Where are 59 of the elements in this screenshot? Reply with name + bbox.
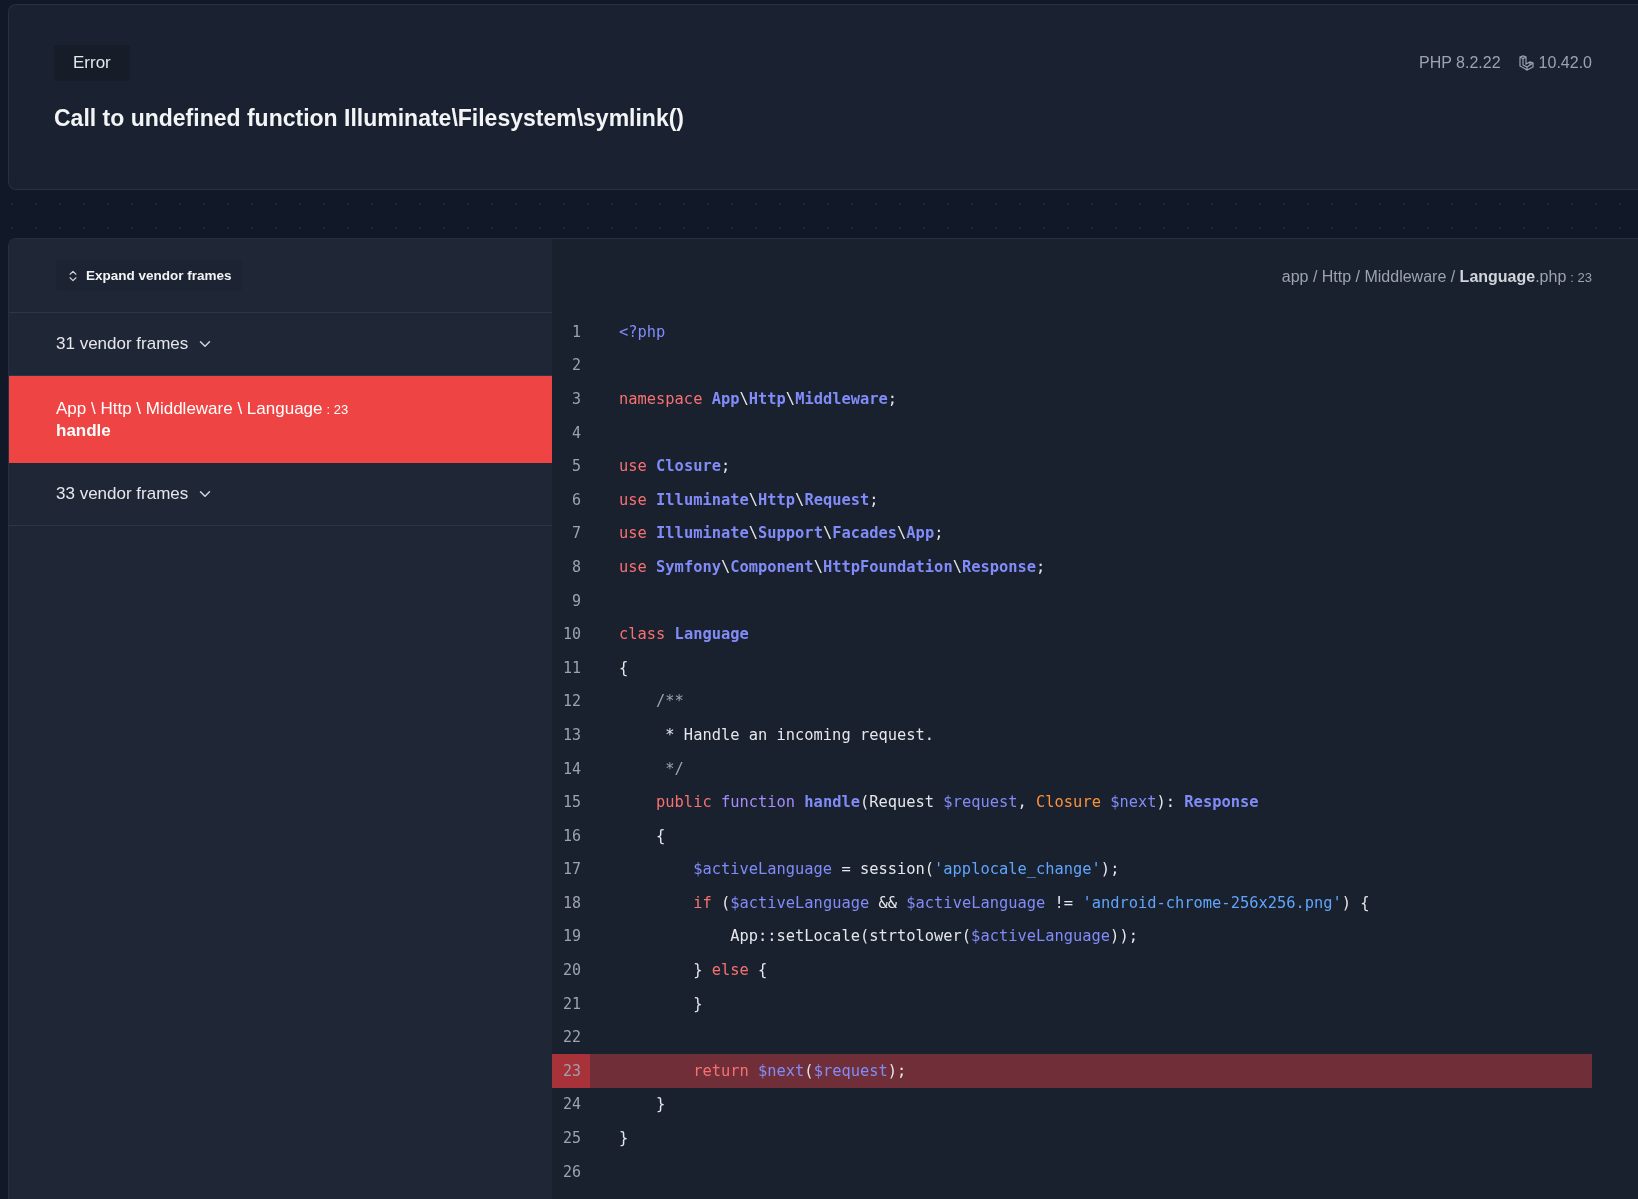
line-number: 12 (561, 691, 582, 713)
code-line: public function handle(Request $request, Closure $next): Response (655, 792, 1260, 814)
line-number: 13 (561, 724, 582, 746)
line-number: 4 (570, 422, 582, 444)
code-line: use Closure; (618, 456, 732, 478)
stack-frame[interactable]: App \ Http \ Middleware \ Language : 23 handle (9, 376, 552, 463)
line-number: 2 (570, 355, 582, 377)
line-number: 20 (561, 960, 582, 982)
error-badge: Error (54, 45, 130, 81)
code-line: return $next($request); (692, 1060, 908, 1082)
file-line-number: : 23 (1570, 269, 1592, 285)
file-path: app / Http / Middleware / Language.php (1281, 268, 1567, 286)
expand-vendor-frames-button[interactable]: Expand vendor frames (56, 260, 242, 291)
line-number: 17 (561, 859, 582, 881)
code-line: $activeLanguage = session('applocale_change'); (692, 859, 1121, 881)
line-number: 21 (561, 993, 582, 1015)
code-line: } (618, 1128, 630, 1150)
line-number: 10 (561, 624, 582, 646)
code-line: */ (664, 758, 685, 780)
code-line: namespace App\Http\Middleware; (618, 389, 899, 410)
frame-location: App \ Http \ Middleware \ Language : 23 (56, 398, 349, 419)
code-line: use Illuminate\Support\Facades\App; (618, 523, 945, 545)
code-line: } (692, 993, 704, 1015)
vendor-frames-toggle[interactable]: 33 vendor frames (9, 463, 552, 526)
error-message: Call to undefined function Illuminate\Filesystem\symlink() (54, 105, 686, 132)
line-number: 25 (561, 1128, 582, 1150)
line-number: 7 (570, 523, 582, 545)
line-number: 16 (561, 825, 582, 847)
laravel-logo-icon (1518, 55, 1535, 71)
line-number: 9 (570, 590, 582, 612)
line-number: 14 (561, 758, 582, 780)
line-number: 5 (570, 456, 582, 478)
code-line: * Handle an incoming request. (664, 724, 936, 746)
code-line: } else { (692, 960, 769, 982)
line-number: 1 (570, 321, 582, 343)
code-line: { (655, 825, 667, 847)
line-number: 24 (561, 1094, 582, 1116)
code-line: /** (655, 691, 685, 713)
line-number: 11 (561, 657, 582, 679)
code-line: class Language (618, 624, 750, 646)
code-line: if ($activeLanguage && $activeLanguage != 'android-chrome-256x256.png') { (692, 892, 1371, 914)
laravel-version: 10.42.0 (1538, 54, 1592, 72)
line-number: 15 (561, 792, 582, 814)
line-number: 23 (552, 1054, 590, 1088)
php-version: PHP 8.2.22 (1419, 54, 1501, 72)
frame-method: handle (56, 420, 111, 441)
code-line: App::setLocale(strtolower($activeLanguage)); (729, 926, 1139, 948)
line-number: 8 (570, 556, 582, 578)
line-number: 19 (561, 926, 582, 948)
code-line: use Illuminate\Http\Request; (618, 489, 880, 511)
line-number: 18 (561, 892, 582, 914)
line-number: 22 (561, 1027, 582, 1049)
code-line: } (655, 1094, 667, 1116)
code-line: use Symfony\Component\HttpFoundation\Response; (618, 556, 1047, 578)
line-number: 3 (570, 389, 582, 410)
code-line: { (618, 657, 630, 679)
line-number: 6 (570, 489, 582, 511)
code-line: <?php (618, 321, 667, 343)
line-number: 26 (561, 1161, 582, 1183)
